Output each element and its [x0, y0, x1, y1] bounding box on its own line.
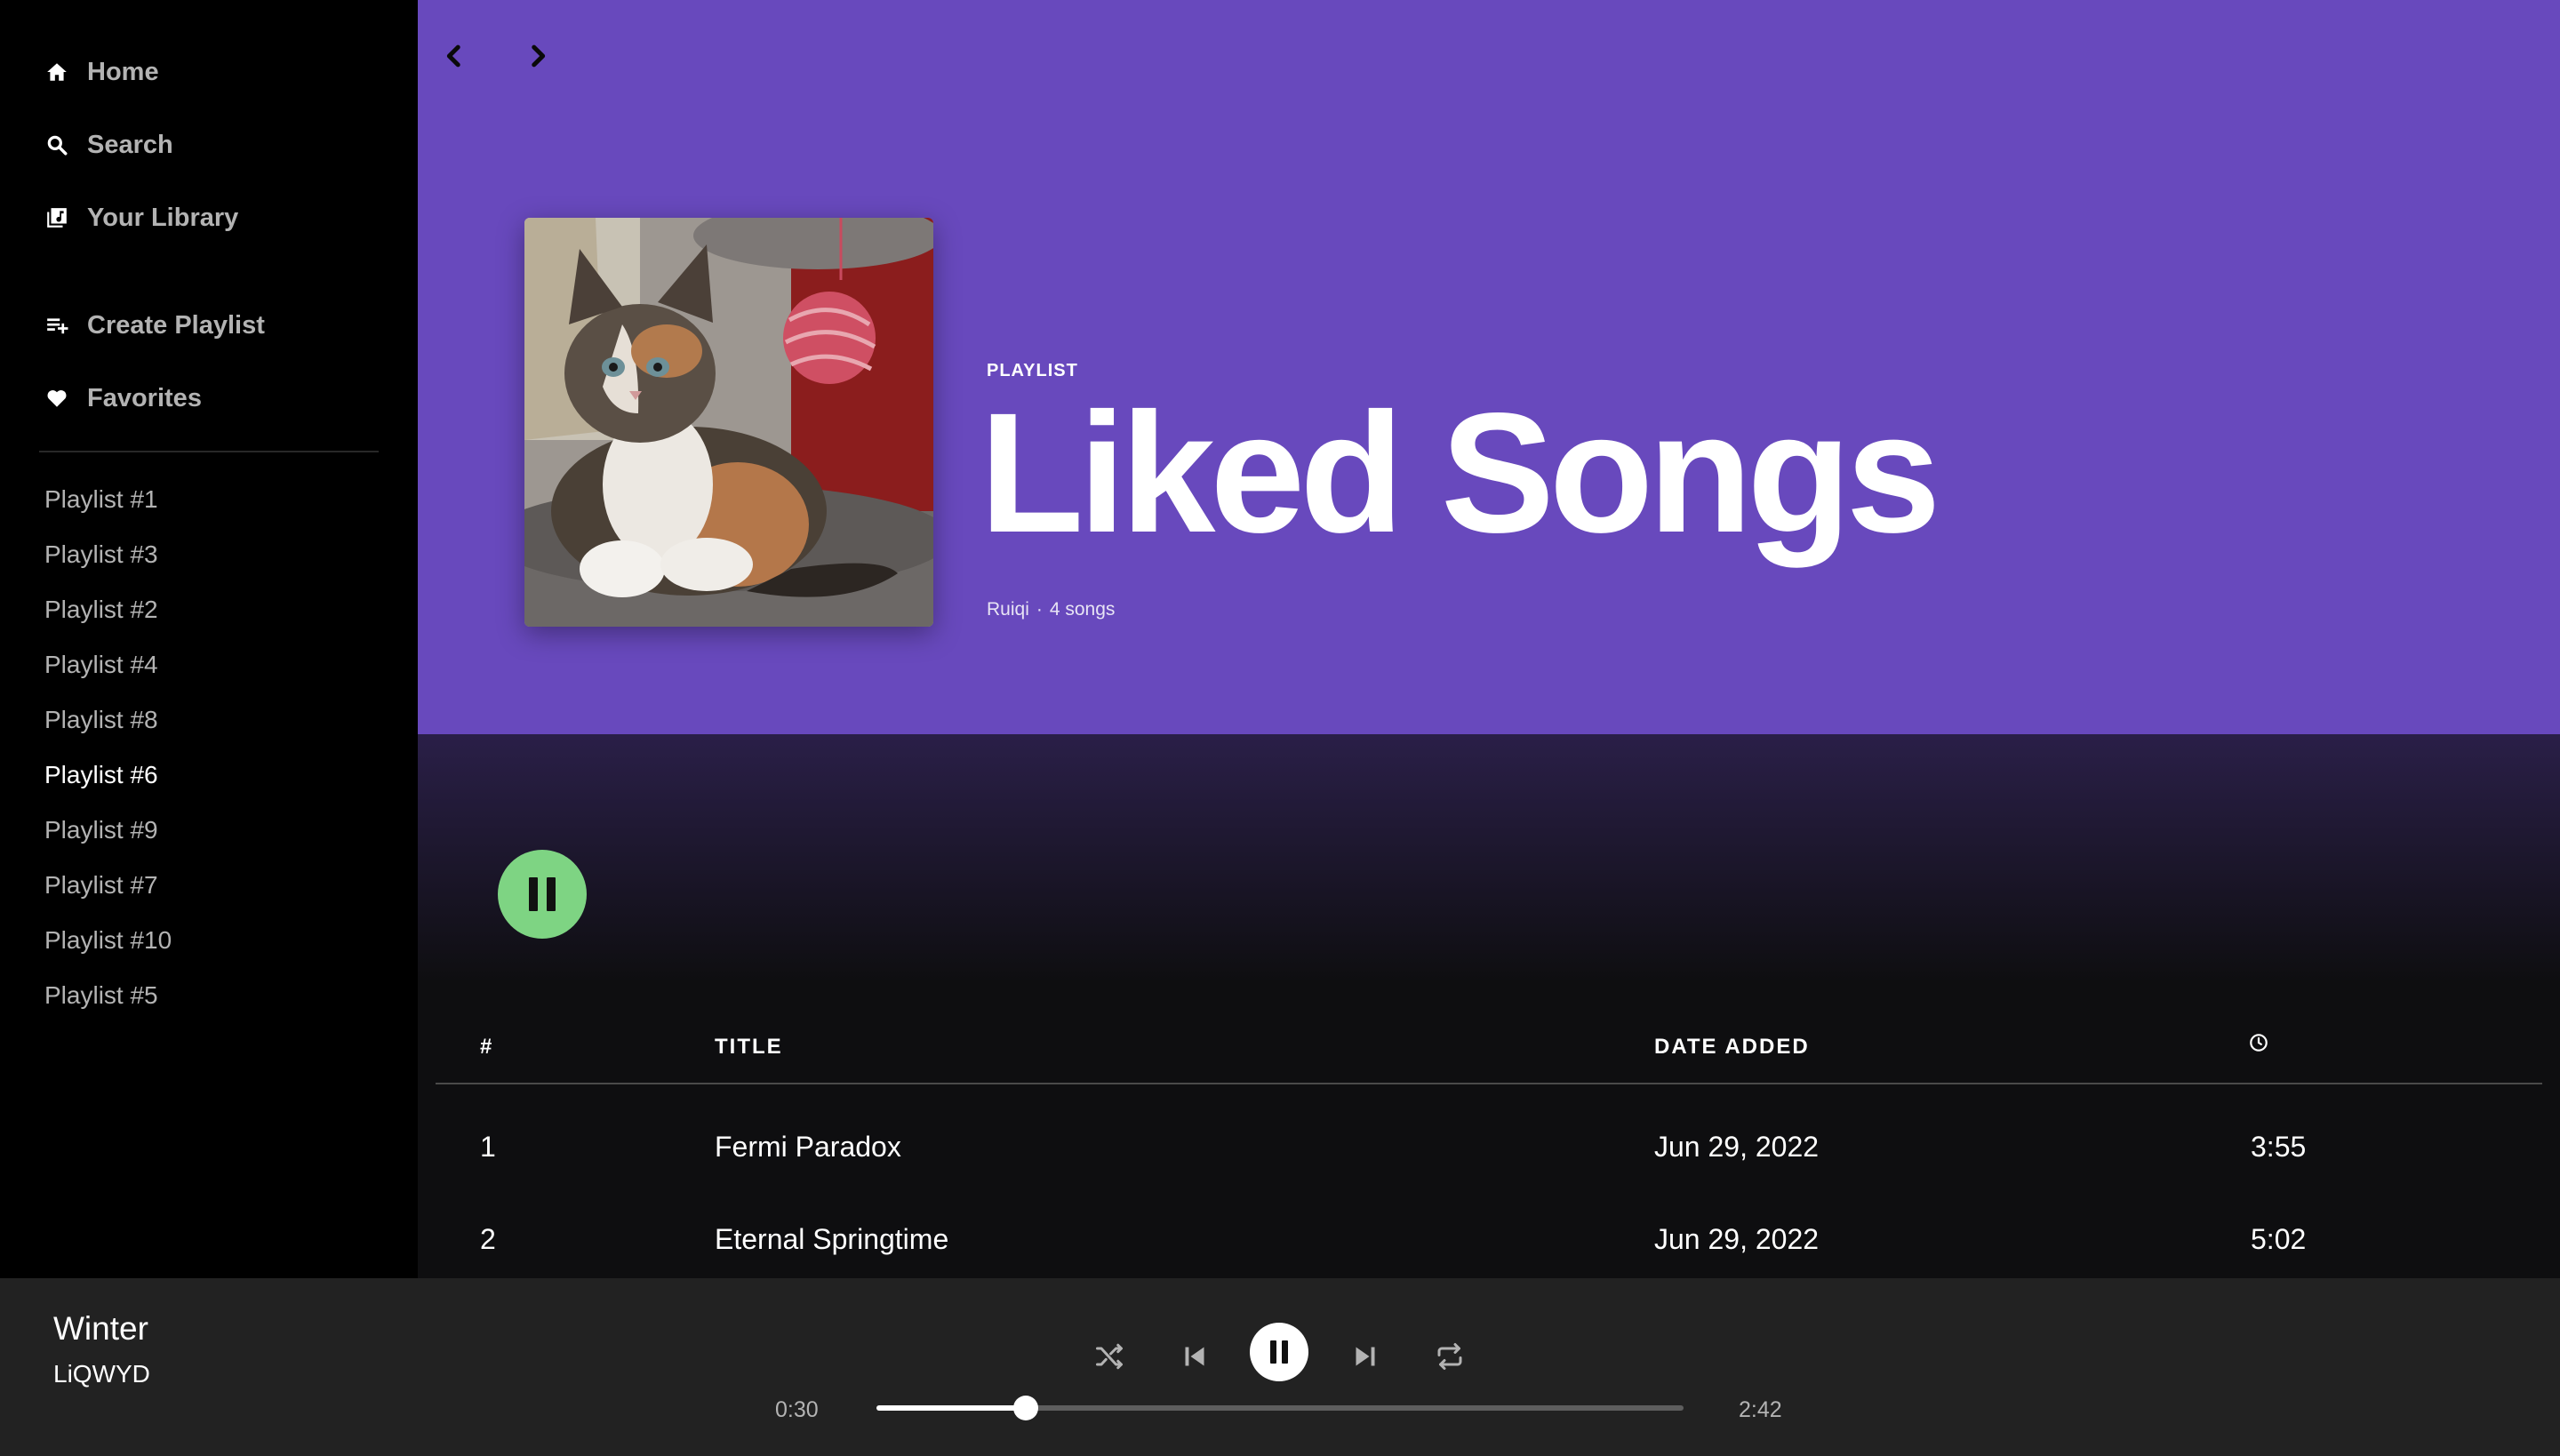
create-playlist-icon — [44, 313, 69, 338]
home-icon — [44, 60, 69, 84]
next-icon — [1356, 1347, 1375, 1366]
now-playing-artist[interactable]: LiQWYD — [53, 1360, 150, 1388]
next-button[interactable] — [1344, 1335, 1387, 1378]
back-button[interactable] — [432, 34, 476, 78]
meta-separator: · — [1036, 599, 1043, 620]
now-playing-title[interactable]: Winter — [53, 1310, 148, 1348]
track-title[interactable]: Eternal Springtime — [715, 1223, 948, 1256]
favorites-button[interactable]: Favorites — [44, 376, 202, 420]
playlist-meta: Ruiqi · 4 songs — [987, 599, 1115, 620]
kitten-cover-image — [524, 218, 933, 627]
nav-search[interactable]: Search — [44, 123, 173, 167]
playlist-list: Playlist #1 Playlist #3 Playlist #2 Play… — [44, 476, 172, 1027]
sidebar-playlist-item[interactable]: Playlist #9 — [44, 806, 172, 861]
search-icon — [44, 132, 69, 157]
sidebar-playlist-item[interactable]: Playlist #3 — [44, 531, 172, 586]
nav-home[interactable]: Home — [44, 50, 159, 94]
pause-icon — [1268, 1340, 1291, 1364]
track-duration: 3:55 — [2251, 1131, 2307, 1163]
create-playlist-button[interactable]: Create Playlist — [44, 303, 265, 348]
progress-bar-fill — [876, 1405, 1026, 1411]
sidebar-playlist-item[interactable]: Playlist #2 — [44, 586, 172, 641]
page-title: Liked Songs — [980, 377, 1940, 568]
pause-button[interactable] — [1250, 1323, 1308, 1381]
sidebar-playlist-item[interactable]: Playlist #5 — [44, 972, 172, 1027]
track-date-added: Jun 29, 2022 — [1654, 1131, 1820, 1163]
sidebar-playlist-item[interactable]: Playlist #10 — [44, 916, 172, 972]
track-number: 1 — [480, 1131, 496, 1163]
library-icon — [44, 205, 69, 230]
sidebar-playlist-item[interactable]: Playlist #7 — [44, 861, 172, 916]
nav-home-label: Home — [87, 57, 159, 86]
previous-icon — [1185, 1347, 1204, 1366]
heart-icon — [44, 386, 69, 411]
nav-library[interactable]: Your Library — [44, 196, 238, 240]
main-content: PLAYLIST Liked Songs Ruiqi · 4 songs # TIT… — [418, 0, 2560, 1278]
player-bar: Winter LiQWYD 0:30 2:42 — [0, 1278, 2560, 1456]
sidebar-playlist-item[interactable]: Playlist #8 — [44, 696, 172, 751]
pause-icon — [524, 877, 560, 911]
repeat-icon — [1437, 1343, 1462, 1370]
track-number: 2 — [480, 1223, 496, 1255]
column-header-title[interactable]: TITLE — [715, 1035, 783, 1060]
sidebar-playlist-item-active[interactable]: Playlist #6 — [44, 751, 172, 806]
chevron-right-icon — [532, 44, 546, 68]
create-playlist-label: Create Playlist — [87, 310, 265, 340]
clock-icon — [2249, 1033, 2268, 1059]
shuffle-icon — [1096, 1343, 1123, 1370]
progress-bar[interactable] — [876, 1396, 1684, 1420]
total-time: 2:42 — [1739, 1397, 1782, 1422]
repeat-button[interactable] — [1428, 1335, 1471, 1378]
column-header-number: # — [480, 1035, 494, 1059]
song-count: 4 songs — [1049, 599, 1116, 620]
favorites-label: Favorites — [87, 383, 202, 412]
previous-button[interactable] — [1173, 1335, 1216, 1378]
track-date-added: Jun 29, 2022 — [1654, 1223, 1820, 1255]
playlist-cover-image — [524, 218, 933, 627]
progress-handle[interactable] — [1012, 1396, 1038, 1420]
sidebar-playlist-item[interactable]: Playlist #4 — [44, 641, 172, 696]
header-gradient — [418, 734, 2560, 983]
forward-button[interactable] — [516, 34, 560, 78]
sidebar-playlist-item[interactable]: Playlist #1 — [44, 476, 172, 531]
chevron-left-icon — [446, 44, 460, 68]
playlist-owner[interactable]: Ruiqi — [987, 599, 1029, 620]
elapsed-time: 0:30 — [775, 1397, 819, 1422]
table-header-divider — [436, 1083, 2542, 1084]
shuffle-button[interactable] — [1088, 1335, 1131, 1378]
track-title[interactable]: Fermi Paradox — [715, 1131, 901, 1164]
nav-library-label: Your Library — [87, 203, 239, 232]
playlist-pause-button[interactable] — [498, 850, 587, 939]
nav-search-label: Search — [87, 130, 173, 159]
track-duration: 5:02 — [2251, 1223, 2307, 1255]
sidebar: Home Search Your Library Create Playlist… — [0, 0, 418, 1278]
table-row[interactable]: 1 Fermi Paradox Jun 29, 2022 3:55 — [418, 1104, 2560, 1196]
sidebar-divider — [39, 451, 379, 452]
column-header-date-added[interactable]: DATE ADDED — [1654, 1035, 1810, 1060]
table-row[interactable]: 2 Eternal Springtime Jun 29, 2022 5:02 — [418, 1196, 2560, 1278]
